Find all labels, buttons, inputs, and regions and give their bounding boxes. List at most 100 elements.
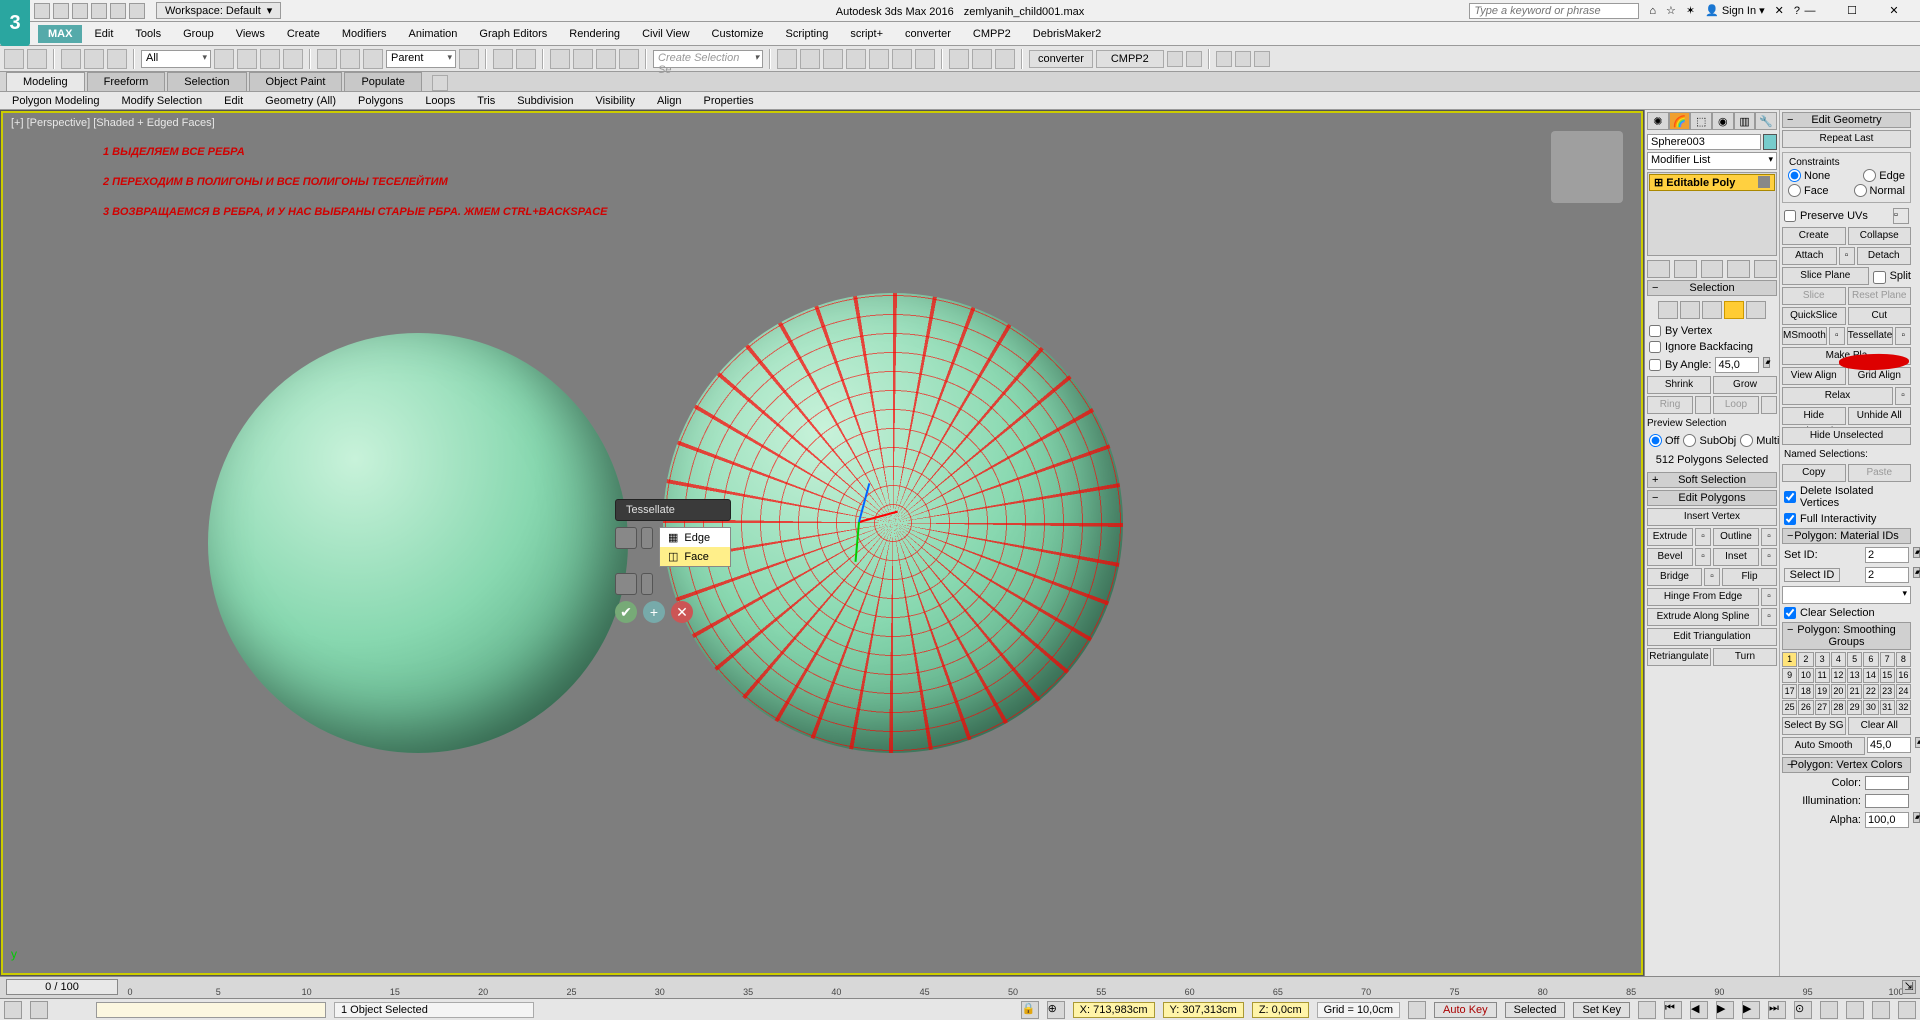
vcolor-swatch[interactable] — [1865, 776, 1909, 790]
script-cmpp2[interactable]: CMPP2 — [1096, 50, 1164, 68]
loop-button[interactable]: Loop — [1713, 396, 1759, 414]
refcoord-combo[interactable]: Parent — [386, 50, 456, 68]
rollout-smoothing-groups[interactable]: Polygon: Smoothing Groups — [1782, 622, 1911, 650]
preview-multi-radio[interactable] — [1740, 434, 1753, 447]
sg-21[interactable]: 21 — [1847, 684, 1862, 699]
inset-settings-icon[interactable]: ▫ — [1761, 548, 1777, 566]
sphere-left[interactable] — [208, 333, 628, 753]
coord-x[interactable]: X: 713,983cm — [1073, 1002, 1155, 1018]
tessellate-settings-icon[interactable]: ▫ — [1895, 327, 1911, 345]
gizmo-y-axis[interactable] — [855, 522, 860, 562]
rollout-edit-geometry[interactable]: Edit Geometry — [1782, 112, 1911, 128]
maximize-button[interactable]: ☐ — [1832, 1, 1872, 21]
align-icon[interactable] — [800, 49, 820, 69]
timeline-expand-icon[interactable]: ⇲ — [1902, 980, 1916, 994]
rib-loops[interactable]: Loops — [419, 94, 461, 108]
valpha-spinner[interactable]: 100,0 — [1865, 812, 1909, 828]
menu-cmpp2[interactable]: CMPP2 — [963, 25, 1021, 43]
tab-modeling[interactable]: Modeling — [6, 72, 85, 91]
sg-22[interactable]: 22 — [1863, 684, 1878, 699]
sg-30[interactable]: 30 — [1863, 700, 1878, 715]
tab-populate[interactable]: Populate — [344, 72, 421, 91]
viewport[interactable]: [+] [Perspective] [Shaded + Edged Faces]… — [0, 110, 1644, 976]
select-region-icon[interactable] — [260, 49, 280, 69]
goto-end-icon[interactable]: ⏭ — [1768, 1001, 1786, 1019]
menu-scripting[interactable]: Scripting — [776, 25, 839, 43]
outline-button[interactable]: Outline — [1713, 528, 1759, 546]
mirror-icon[interactable] — [777, 49, 797, 69]
clear-selection-check[interactable] — [1784, 607, 1796, 619]
hinge-settings-icon[interactable]: ▫ — [1761, 588, 1777, 606]
select-id-button[interactable]: Select ID — [1784, 568, 1840, 582]
chevron-down-icon[interactable] — [641, 527, 653, 549]
modify-tab-icon[interactable]: 🌈 — [1669, 112, 1691, 130]
delete-iso-check[interactable] — [1784, 491, 1796, 503]
gizmo-z-axis[interactable] — [858, 483, 870, 522]
flip-button[interactable]: Flip — [1722, 568, 1777, 586]
tessellate-button[interactable]: Tessellate — [1847, 327, 1893, 345]
ignore-backfacing-check[interactable] — [1649, 341, 1661, 353]
bridge-button[interactable]: Bridge — [1647, 568, 1702, 586]
sg-3[interactable]: 3 — [1815, 652, 1830, 667]
play-icon[interactable]: ▶ — [1716, 1001, 1734, 1019]
clear-all-sg-button[interactable]: Clear All — [1848, 717, 1912, 735]
sg-4[interactable]: 4 — [1831, 652, 1846, 667]
hide-selected-button[interactable]: Hide Selected — [1782, 407, 1846, 425]
view-cube[interactable] — [1551, 131, 1623, 203]
undo-icon[interactable] — [4, 49, 24, 69]
caddy-ok-button[interactable]: ✔ — [615, 601, 637, 623]
sg-32[interactable]: 32 — [1896, 700, 1911, 715]
material-name-dropdown[interactable] — [1782, 586, 1911, 604]
view-align-button[interactable]: View Align — [1782, 367, 1846, 385]
selection-filter[interactable]: All — [141, 50, 211, 68]
sg-5[interactable]: 5 — [1847, 652, 1862, 667]
msmooth-settings-icon[interactable]: ▫ — [1829, 327, 1845, 345]
constraint-normal-radio[interactable] — [1854, 184, 1867, 197]
menu-create[interactable]: Create — [277, 25, 330, 43]
menu-converter[interactable]: converter — [895, 25, 961, 43]
script-converter[interactable]: converter — [1029, 50, 1093, 68]
time-slider-handle[interactable]: 0 / 100 — [6, 979, 118, 995]
sg-14[interactable]: 14 — [1863, 668, 1878, 683]
rib-polygons[interactable]: Polygons — [352, 94, 409, 108]
ring-spinner[interactable] — [1695, 396, 1711, 414]
rib-visibility[interactable]: Visibility — [589, 94, 641, 108]
sign-in-button[interactable]: 👤 Sign In ▾ — [1705, 4, 1765, 17]
reset-plane-button[interactable]: Reset Plane — [1848, 287, 1912, 305]
adaptive-deg-icon[interactable] — [1408, 1001, 1426, 1019]
sg-10[interactable]: 10 — [1798, 668, 1813, 683]
sg-20[interactable]: 20 — [1831, 684, 1846, 699]
menu-script-plus[interactable]: script+ — [840, 25, 893, 43]
caddy-apply-button[interactable]: + — [643, 601, 665, 623]
hide-unselected-button[interactable]: Hide Unselected — [1782, 427, 1911, 445]
misc-icon-3[interactable] — [1216, 51, 1232, 67]
pin-stack-icon[interactable] — [1647, 260, 1670, 278]
viewport-label[interactable]: [+] [Perspective] [Shaded + Edged Faces] — [11, 117, 215, 129]
transform-type-in-icon[interactable]: ⊕ — [1047, 1001, 1065, 1019]
bind-sw-icon[interactable] — [107, 49, 127, 69]
rollout-edit-polygons[interactable]: Edit Polygons — [1647, 490, 1777, 506]
menu-max[interactable]: MAX — [38, 25, 82, 43]
misc-icon-1[interactable] — [1167, 51, 1183, 67]
sg-7[interactable]: 7 — [1880, 652, 1895, 667]
key-filters-icon[interactable] — [1638, 1001, 1656, 1019]
cut-button[interactable]: Cut — [1848, 307, 1912, 325]
modifier-stack[interactable]: ⊞ Editable Poly — [1647, 172, 1777, 256]
grow-button[interactable]: Grow — [1713, 376, 1777, 394]
nav-max-icon[interactable] — [1898, 1001, 1916, 1019]
coord-z[interactable]: Z: 0,0cm — [1252, 1002, 1309, 1018]
lock-selection-icon[interactable]: 🔒 — [1021, 1001, 1039, 1019]
rib-modify-selection[interactable]: Modify Selection — [115, 94, 208, 108]
rollout-selection[interactable]: Selection — [1647, 280, 1777, 296]
sg-12[interactable]: 12 — [1831, 668, 1846, 683]
insert-vertex-button[interactable]: Insert Vertex — [1647, 508, 1777, 526]
listener-icon[interactable] — [30, 1001, 48, 1019]
qat-redo-icon[interactable] — [110, 3, 126, 19]
misc-icon-2[interactable] — [1186, 51, 1202, 67]
close-help-icon[interactable]: ✕ — [1775, 4, 1784, 17]
next-frame-icon[interactable]: ▶ — [1742, 1001, 1760, 1019]
nav-pan-icon[interactable] — [1820, 1001, 1838, 1019]
qat-new-icon[interactable] — [34, 3, 50, 19]
auto-key-button[interactable]: Auto Key — [1434, 1002, 1497, 1018]
rollout-material-ids[interactable]: Polygon: Material IDs — [1782, 528, 1911, 544]
